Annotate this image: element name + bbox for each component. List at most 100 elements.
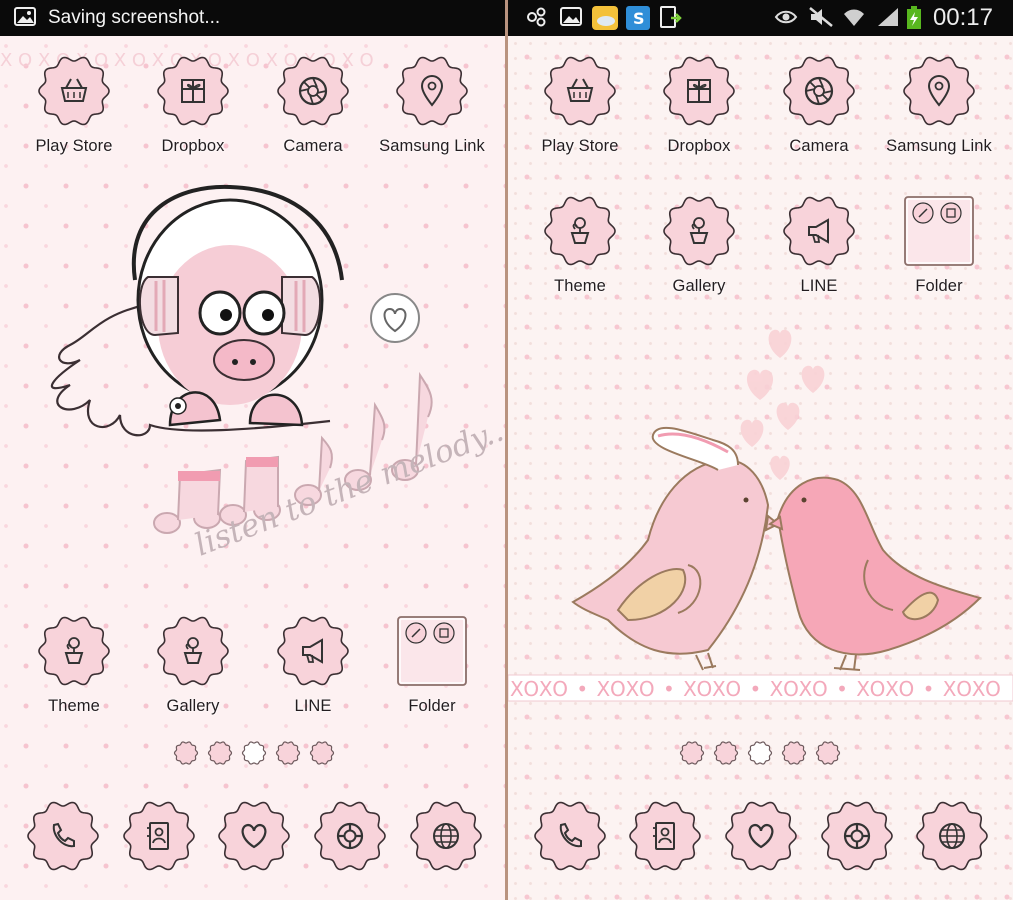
gift-box-icon <box>157 55 229 127</box>
s-note-icon: S <box>626 6 650 30</box>
notification-text: Saving screenshot... <box>48 7 221 28</box>
flower-pot-icon <box>544 195 616 267</box>
location-pin-icon <box>903 55 975 127</box>
flower-frame <box>396 56 468 126</box>
weather-icon <box>592 6 618 30</box>
app-label: Dropbox <box>667 137 731 155</box>
flower-frame <box>783 56 855 126</box>
globe-icon[interactable] <box>916 800 988 872</box>
app-label: Play Store <box>35 137 113 155</box>
page-dot <box>173 741 199 765</box>
app-samsung-link[interactable]: Samsung Link <box>377 55 487 175</box>
basket-icon <box>544 55 616 127</box>
app-theme[interactable]: Theme <box>19 615 129 735</box>
page-indicator[interactable] <box>173 741 344 767</box>
status-bar[interactable]: S 00:17 <box>508 0 1013 36</box>
image-icon <box>14 6 36 28</box>
flower-frame <box>218 801 290 871</box>
svg-text:S: S <box>633 9 645 28</box>
contacts-icon[interactable] <box>629 800 701 872</box>
page-indicator[interactable] <box>679 741 850 767</box>
app-dropbox[interactable]: Dropbox <box>644 55 754 175</box>
home-screen-right: S 00:17 Play Store Dropbox Camera Samsun… <box>508 0 1013 900</box>
battery-icon <box>906 6 922 30</box>
love-birds-illustration: XOXO • XOXO • XOXO • XOXO • XOXO • XOXO <box>508 320 1013 710</box>
app-label: Gallery <box>672 277 726 295</box>
app-label: Samsung Link <box>379 137 485 155</box>
flower-frame <box>725 801 797 871</box>
flower-frame <box>534 801 606 871</box>
app-play-store[interactable]: Play Store <box>525 55 635 175</box>
heart-bubble-icon <box>370 293 420 343</box>
app-gallery[interactable]: Gallery <box>138 615 248 735</box>
page-dot <box>309 741 335 765</box>
wifi-icon <box>842 6 866 28</box>
heart-icon[interactable] <box>725 800 797 872</box>
flower-pot-icon <box>38 615 110 687</box>
image-icon <box>560 6 582 28</box>
folder-icon <box>396 615 468 687</box>
app-label: LINE <box>294 697 332 715</box>
app-label: Theme <box>554 277 606 295</box>
app-play-store[interactable]: Play Store <box>19 55 129 175</box>
app-gallery[interactable]: Gallery <box>644 195 754 315</box>
flower-frame <box>277 616 349 686</box>
flower-pot-icon <box>663 195 735 267</box>
app-dropbox[interactable]: Dropbox <box>138 55 248 175</box>
contacts-icon[interactable] <box>123 800 195 872</box>
flower-frame <box>314 801 386 871</box>
music-widget[interactable]: listen to the melody... <box>30 184 505 625</box>
camera-shutter-icon <box>277 55 349 127</box>
page-dot <box>713 741 739 765</box>
app-samsung-link[interactable]: Samsung Link <box>884 55 994 175</box>
gift-box-icon <box>663 55 735 127</box>
app-camera[interactable]: Camera <box>258 55 368 175</box>
app-theme[interactable]: Theme <box>525 195 635 315</box>
globe-icon[interactable] <box>410 800 482 872</box>
page-dot <box>275 741 301 765</box>
flower-frame <box>821 801 893 871</box>
app-line[interactable]: LINE <box>764 195 874 315</box>
page-dot <box>781 741 807 765</box>
page-dot <box>747 741 773 765</box>
phone-icon[interactable] <box>27 800 99 872</box>
app-line[interactable]: LINE <box>258 615 368 735</box>
download-icon <box>658 6 682 30</box>
megaphone-icon <box>277 615 349 687</box>
life-ring-icon[interactable] <box>314 800 386 872</box>
flower-frame <box>38 56 110 126</box>
app-label: Theme <box>48 697 100 715</box>
flower-frame <box>277 56 349 126</box>
app-folder[interactable]: Folder <box>377 615 487 735</box>
svg-text:XOXO • XOXO • XOXO • XOXO • XO: XOXO • XOXO • XOXO • XOXO • XOXO • XOXO <box>510 677 1002 701</box>
camera-shutter-icon <box>783 55 855 127</box>
status-bar[interactable]: Saving screenshot... <box>0 0 505 36</box>
page-dot <box>241 741 267 765</box>
mute-icon <box>808 6 834 28</box>
app-label: Folder <box>915 277 963 295</box>
heart-icon[interactable] <box>218 800 290 872</box>
app-label: Play Store <box>541 137 619 155</box>
home-screen-left: X O X O X O X O X O X O X O X O X O X O … <box>0 0 505 900</box>
app-label: Dropbox <box>161 137 225 155</box>
flower-frame <box>544 56 616 126</box>
app-label: Samsung Link <box>886 137 992 155</box>
life-ring-icon[interactable] <box>821 800 893 872</box>
signal-icon <box>876 6 900 28</box>
eye-icon <box>774 6 798 28</box>
page-dot <box>679 741 705 765</box>
app-label: Gallery <box>166 697 220 715</box>
app-camera[interactable]: Camera <box>764 55 874 175</box>
page-dot <box>815 741 841 765</box>
app-label: Camera <box>283 137 343 155</box>
location-pin-icon <box>396 55 468 127</box>
flower-frame <box>903 56 975 126</box>
phone-icon[interactable] <box>534 800 606 872</box>
page-dot <box>207 741 233 765</box>
megaphone-icon <box>783 195 855 267</box>
clock: 00:17 <box>932 4 993 31</box>
app-label: Camera <box>789 137 849 155</box>
app-folder[interactable]: Folder <box>884 195 994 315</box>
app-label: LINE <box>800 277 838 295</box>
flower-pot-icon <box>157 615 229 687</box>
